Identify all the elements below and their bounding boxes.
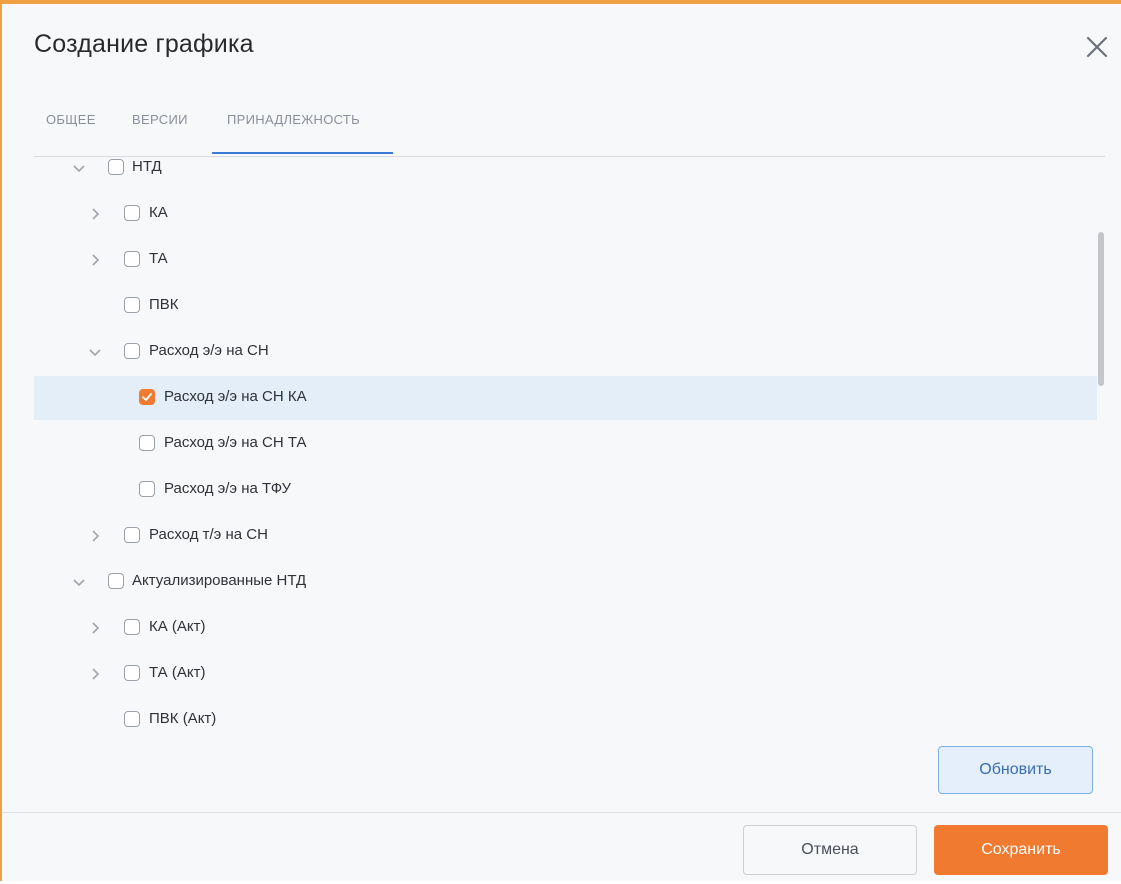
tree-checkbox[interactable] [124, 711, 140, 727]
chevron-right-icon[interactable] [87, 252, 103, 268]
create-chart-dialog: Создание графика ОБЩЕЕ ВЕРСИИ ПРИНАДЛЕЖН… [0, 0, 1121, 881]
chevron-right-icon[interactable] [87, 666, 103, 682]
close-icon [1086, 36, 1108, 58]
tree-item-label: ПВК (Акт) [149, 710, 217, 727]
tree-scrollbar[interactable] [1098, 232, 1104, 386]
tree-item-ntd[interactable]: НТД [34, 156, 1097, 190]
tree-item-label: Расход э/э на СН КА [164, 388, 307, 405]
tree-checkbox[interactable] [139, 481, 155, 497]
tab-membership[interactable]: ПРИНАДЛЕЖНОСТЬ [227, 112, 360, 127]
tree-checkbox[interactable] [124, 251, 140, 267]
tree-item-ee-tfu[interactable]: Расход э/э на ТФУ [34, 468, 1097, 512]
tree-checkbox[interactable] [124, 343, 140, 359]
tree-checkbox[interactable] [139, 435, 155, 451]
tree-checkbox[interactable] [108, 159, 124, 175]
tree-item-label: ПВК [149, 296, 179, 313]
tree-checkbox[interactable] [108, 573, 124, 589]
tree-item-label: КА (Акт) [149, 618, 206, 635]
tab-bar: ОБЩЕЕ ВЕРСИИ ПРИНАДЛЕЖНОСТЬ [34, 96, 1105, 157]
tree-item-label: НТД [132, 158, 162, 175]
tree-checkbox[interactable] [124, 297, 140, 313]
tree-item-ka[interactable]: КА [34, 192, 1097, 236]
cancel-button[interactable]: Отмена [743, 825, 917, 875]
save-button[interactable]: Сохранить [934, 825, 1108, 875]
chevron-down-icon[interactable] [71, 160, 87, 176]
tree-item-te-consumption[interactable]: Расход т/э на СН [34, 514, 1097, 558]
tree-item-ee-consumption[interactable]: Расход э/э на СН [34, 330, 1097, 374]
tree-item-label: Расход э/э на СН ТА [164, 434, 307, 451]
chevron-right-icon[interactable] [87, 620, 103, 636]
chevron-right-icon[interactable] [87, 528, 103, 544]
tree-item-label: Актуализированные НТД [132, 572, 307, 589]
tree-item-ee-ka[interactable]: Расход э/э на СН КА [34, 376, 1097, 420]
refresh-button[interactable]: Обновить [938, 746, 1093, 794]
tree-item-actual-ntd[interactable]: Актуализированные НТД [34, 560, 1097, 604]
tree-item-pvk-akt[interactable]: ПВК (Акт) [34, 698, 1097, 736]
tab-general[interactable]: ОБЩЕЕ [46, 112, 96, 127]
tab-versions[interactable]: ВЕРСИИ [132, 112, 188, 127]
tree-item-label: Расход т/э на СН [149, 526, 268, 543]
tree-checkbox-checked[interactable] [139, 389, 155, 405]
chevron-down-icon[interactable] [71, 574, 87, 590]
tree-item-ta-akt[interactable]: ТА (Акт) [34, 652, 1097, 696]
tree-item-label: Расход э/э на ТФУ [164, 480, 291, 497]
tree-item-ta[interactable]: ТА [34, 238, 1097, 282]
tree-checkbox[interactable] [124, 527, 140, 543]
tree-item-ka-akt[interactable]: КА (Акт) [34, 606, 1097, 650]
dialog-title: Создание графика [34, 30, 254, 58]
tree-item-label: ТА [149, 250, 168, 267]
tree-checkbox[interactable] [124, 619, 140, 635]
chevron-down-icon[interactable] [87, 344, 103, 360]
active-tab-indicator [212, 152, 393, 154]
close-button[interactable] [1082, 32, 1112, 62]
window-top-border [2, 2, 1121, 4]
tree-item-label: ТА (Акт) [149, 664, 206, 681]
tree-checkbox[interactable] [124, 205, 140, 221]
tree-checkbox[interactable] [124, 665, 140, 681]
membership-tree: НТД КА ТА ПВК Расход э/э на СН Расход э/… [34, 156, 1097, 736]
tree-item-ee-ta[interactable]: Расход э/э на СН ТА [34, 422, 1097, 466]
tree-item-pvk[interactable]: ПВК [34, 284, 1097, 328]
chevron-right-icon[interactable] [87, 206, 103, 222]
check-icon [142, 393, 152, 401]
tree-item-label: Расход э/э на СН [149, 342, 269, 359]
tree-item-label: КА [149, 204, 168, 221]
